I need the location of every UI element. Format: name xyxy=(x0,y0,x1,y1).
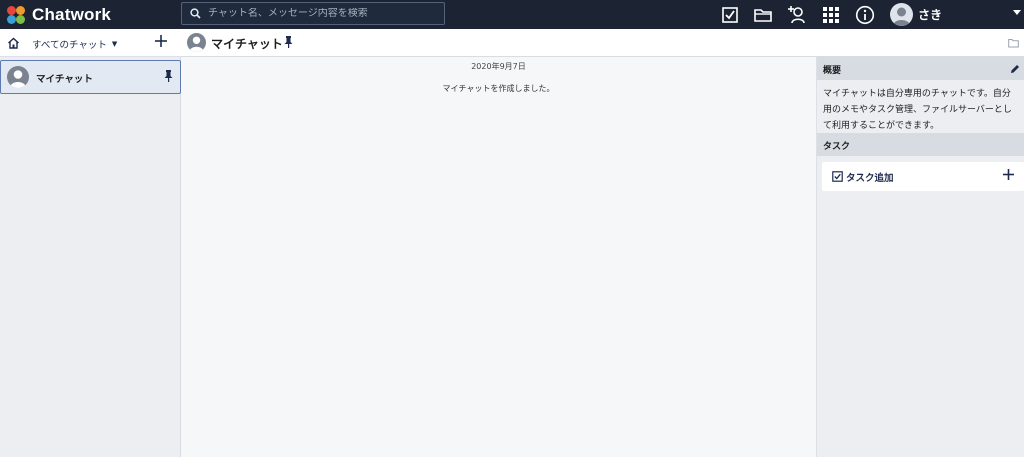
apps-button[interactable] xyxy=(820,4,842,26)
room-header-avatar xyxy=(187,33,206,52)
overview-header: 概要 xyxy=(817,57,1024,80)
chat-list-header: すべてのチャット ▼ xyxy=(0,29,181,57)
message-timeline[interactable]: 2020年9月7日 マイチャットを作成しました。 xyxy=(181,57,816,457)
search-icon xyxy=(190,8,201,19)
plus-icon xyxy=(1003,169,1014,180)
chevron-down-icon: ▼ xyxy=(111,40,118,48)
add-chat-button[interactable] xyxy=(155,34,167,51)
room-header: マイチャット xyxy=(181,29,1024,57)
room-title: マイチャット xyxy=(211,37,283,51)
plus-icon xyxy=(155,35,167,47)
add-contact-icon xyxy=(788,6,805,24)
task-title: タスク xyxy=(823,142,851,152)
add-contact-button[interactable] xyxy=(786,4,808,26)
user-avatar xyxy=(890,3,913,26)
top-bar: Chatwork チャット名、メッセージ内容を検索 さき xyxy=(0,0,1024,29)
user-menu[interactable]: さき xyxy=(890,2,942,27)
info-icon xyxy=(855,5,875,25)
chatwork-logo[interactable]: Chatwork xyxy=(6,4,111,26)
chat-filter-dropdown[interactable]: すべてのチャット ▼ xyxy=(32,37,117,51)
pencil-icon[interactable] xyxy=(1010,64,1020,74)
task-check-icon xyxy=(722,7,738,23)
user-name: さき xyxy=(918,8,943,22)
room-item-mychat[interactable]: マイチャット xyxy=(0,60,181,94)
search-box[interactable] xyxy=(181,2,445,25)
room-info-panel: 概要 マイチャットは自分専用のチャットです。自分用のメモやタスク管理、ファイルサ… xyxy=(816,57,1024,457)
folder-icon[interactable] xyxy=(1008,38,1019,48)
task-button[interactable] xyxy=(719,4,741,26)
pin-icon[interactable] xyxy=(284,36,293,48)
folder-icon xyxy=(754,9,772,22)
task-header: タスク xyxy=(817,133,1024,156)
add-task-plus[interactable] xyxy=(1003,166,1014,184)
date-separator: 2020年9月7日 xyxy=(471,62,526,71)
chat-filter-label: すべてのチャット xyxy=(32,40,107,51)
chatwork-logo-icon xyxy=(6,4,28,26)
overview-title: 概要 xyxy=(823,66,842,76)
home-icon[interactable] xyxy=(7,37,20,49)
system-message: マイチャットを作成しました。 xyxy=(442,84,555,93)
search-input[interactable] xyxy=(208,8,433,19)
caret-down-icon[interactable] xyxy=(1013,8,1021,16)
apps-grid-icon xyxy=(823,7,839,23)
add-task-label: タスク追加 xyxy=(846,173,894,184)
brand-name: Chatwork xyxy=(32,5,112,24)
overview-text: マイチャットは自分専用のチャットです。自分用のメモやタスク管理、ファイルサーバー… xyxy=(823,89,1012,131)
checkbox-icon xyxy=(832,171,843,182)
file-button[interactable] xyxy=(752,4,774,26)
room-avatar xyxy=(7,66,29,88)
pin-icon[interactable] xyxy=(164,70,173,82)
room-name: マイチャット xyxy=(36,74,93,85)
chat-list-sidebar: すべてのチャット ▼ マイチャット xyxy=(0,29,181,457)
info-button[interactable] xyxy=(854,4,876,26)
add-task-button[interactable]: タスク追加 xyxy=(822,162,1024,191)
